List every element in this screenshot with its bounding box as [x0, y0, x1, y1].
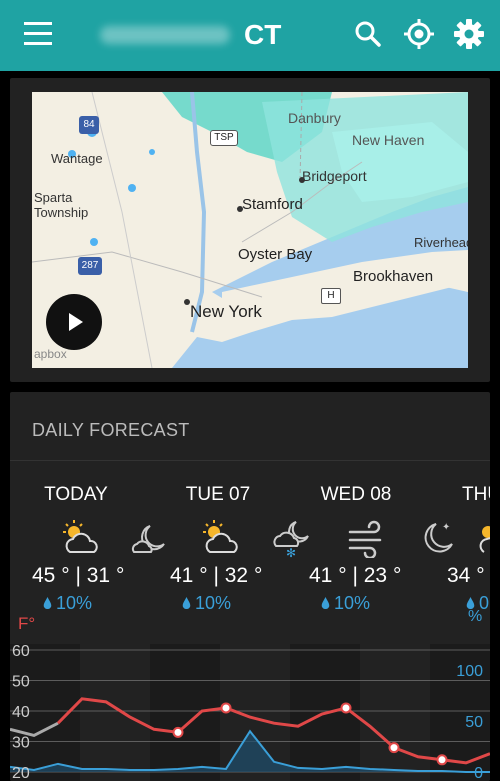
precip-chance: 10%: [43, 593, 92, 614]
y-tick-label: 60: [12, 644, 30, 660]
partly-cloudy-day-icon: [63, 520, 98, 553]
precip-value: 10%: [334, 593, 371, 613]
precip-value: 10%: [56, 593, 93, 613]
map-label-danbury: Danbury: [288, 110, 341, 126]
daily-forecast-card: DAILY FORECAST TODAY TUE 07 WED 08 THU ✻: [10, 392, 490, 781]
day-column-today[interactable]: TODAY: [10, 472, 146, 506]
radar-map-card: Danbury New Haven Wantage Bridgeport Spa…: [10, 78, 490, 382]
my-location-icon[interactable]: [403, 18, 435, 50]
chart-day-band: [150, 644, 220, 781]
gear-icon[interactable]: [453, 18, 485, 50]
search-icon[interactable]: [352, 18, 384, 50]
temp-low: 23 °: [363, 564, 402, 587]
raindrop-icon: [43, 597, 52, 609]
y-tick-label: 40: [12, 704, 30, 721]
highway-shield-84: 84: [79, 116, 99, 134]
raindrop-icon: [182, 597, 191, 609]
day-column-thu[interactable]: THU: [442, 472, 490, 506]
temp-point: [436, 754, 448, 766]
partly-cloudy-day-icon: [203, 520, 238, 553]
hamburger-menu-icon[interactable]: [24, 22, 54, 46]
svg-text:✦: ✦: [442, 522, 450, 533]
day-column-wed[interactable]: WED 08: [286, 472, 426, 506]
precip-chance: 10%: [321, 593, 370, 614]
radar-map[interactable]: Danbury New Haven Wantage Bridgeport Spa…: [32, 92, 468, 368]
play-button[interactable]: [46, 294, 102, 350]
temp-high: 34 °: [447, 564, 485, 587]
map-label-riverhead: Riverhead: [414, 235, 468, 250]
highway-shield-h: H: [321, 288, 341, 304]
highway-shield-tsp: TSP: [210, 130, 238, 146]
day-label: THU: [462, 484, 490, 505]
divider: [10, 460, 490, 461]
precip-area: [10, 731, 490, 772]
precip-value: 10%: [195, 593, 232, 613]
forecast-chart[interactable]: 60 50 40 30 20 100 50 0: [10, 644, 490, 781]
temp-point: [220, 702, 232, 714]
precip-chance: 10%: [182, 593, 231, 614]
day-label: WED 08: [320, 484, 392, 505]
temp-point: [340, 702, 352, 714]
temp-hi-lo: 41 ° | 32 °: [170, 564, 262, 588]
map-label-sparta-township: Sparta Township: [34, 190, 89, 220]
temp-line: [56, 697, 490, 765]
svg-text:✻: ✻: [286, 546, 296, 558]
temp-separator: |: [75, 564, 81, 587]
temp-point: [172, 726, 184, 738]
temp-high: 41 °: [309, 564, 347, 587]
raindrop-icon: [321, 597, 330, 609]
temp-low: 31 °: [86, 564, 125, 587]
partly-cloudy-day-icon: [479, 526, 490, 553]
temp-separator: |: [352, 564, 358, 587]
map-label-oyster-bay: Oyster Bay: [238, 246, 313, 263]
temp-hi-lo: 41 ° | 23 °: [309, 564, 401, 588]
temp-point: [388, 742, 400, 754]
app-bar: CT: [0, 0, 500, 71]
snow-night-cloud-icon: ✻: [273, 521, 309, 558]
y-tick-label: 20: [12, 765, 30, 781]
precip-unit-label: %: [468, 608, 483, 625]
clear-night-moon-icon: [131, 525, 165, 553]
y2-tick-label: 0: [474, 765, 483, 781]
temp-low: 32 °: [224, 564, 263, 587]
map-label-stamford: Stamford: [242, 196, 303, 213]
temp-separator: |: [213, 564, 219, 587]
play-icon: [69, 313, 83, 331]
temp-hi-lo: 34 °: [447, 564, 485, 588]
temp-hi-lo: 45 ° | 31 °: [32, 564, 124, 588]
temp-high: 45 °: [32, 564, 70, 587]
map-label-new-haven: New Haven: [352, 132, 425, 148]
day-label: TODAY: [44, 484, 108, 505]
map-label-brookhaven: Brookhaven: [353, 268, 434, 285]
location-title[interactable]: CT: [244, 19, 281, 51]
map-label-new-york: New York: [190, 302, 262, 321]
temp-unit-label: F°: [18, 614, 36, 633]
temp-high: 41 °: [170, 564, 208, 587]
day-label: TUE 07: [185, 484, 251, 505]
y-tick-label: 50: [12, 674, 30, 691]
map-label-wantage: Wantage: [51, 151, 103, 166]
y-tick-label: 30: [12, 735, 30, 752]
section-title: DAILY FORECAST: [32, 420, 190, 440]
y2-tick-label: 50: [465, 714, 483, 731]
wind-icon: [348, 520, 382, 558]
location-name-blurred: [100, 26, 230, 44]
highway-shield-287: 287: [78, 257, 102, 275]
day-column-tue[interactable]: TUE 07: [148, 472, 288, 506]
map-label-bridgeport: Bridgeport: [302, 168, 367, 184]
clear-night-stars-icon: ✦: [424, 522, 453, 553]
y2-tick-label: 100: [456, 663, 483, 680]
